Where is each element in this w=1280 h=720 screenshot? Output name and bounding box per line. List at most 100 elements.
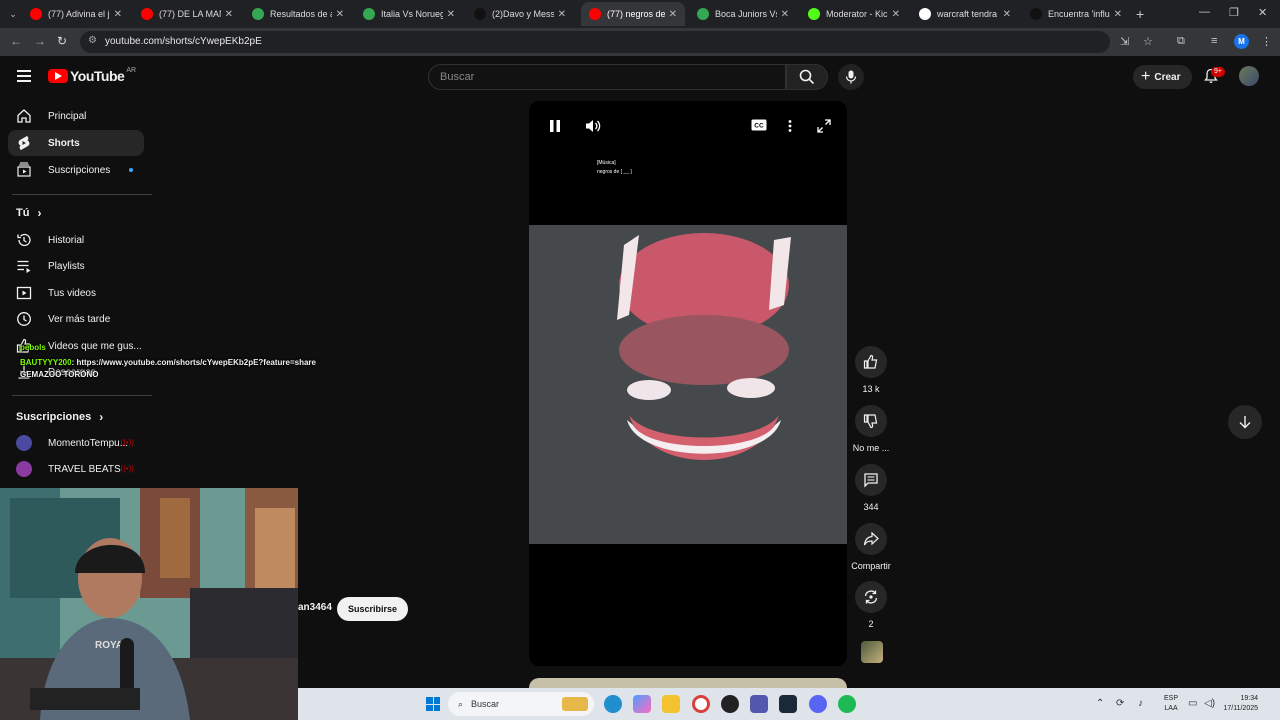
chrome-menu-icon[interactable]: ⋮ (1261, 35, 1272, 48)
browser-tab[interactable]: (77) Adivina el jug ✕ (22, 2, 130, 26)
display-icon[interactable]: ▭ (1188, 698, 1197, 709)
voice-search-button[interactable] (838, 64, 864, 90)
taskbar-search[interactable]: ⌕ Buscar (448, 692, 594, 716)
close-tab-icon[interactable]: ✕ (558, 9, 566, 20)
close-tab-icon[interactable]: ✕ (225, 9, 233, 20)
sidebar-sub-momentotempu[interactable]: MomentoTempu... ((•)) (8, 430, 144, 456)
dislike-action[interactable]: No me ... (849, 405, 893, 453)
close-tab-icon[interactable]: ✕ (114, 9, 122, 20)
browser-tab[interactable]: Encuentra 'influen ✕ (1022, 2, 1130, 26)
browser-tab[interactable]: (77) negros de ✕ (581, 2, 685, 26)
sidebar-item-principal[interactable]: Principal (8, 103, 144, 129)
next-video-button[interactable] (1228, 405, 1262, 439)
like-button[interactable] (855, 346, 887, 378)
arrow-down-icon (1239, 416, 1251, 429)
tab-search-button[interactable]: ⌄ (4, 5, 22, 23)
network-sync-icon[interactable]: ⟳ (1116, 698, 1124, 709)
comments-action[interactable]: 344 (849, 464, 893, 512)
browser-tab[interactable]: Moderator - Kick ✕ (800, 2, 908, 26)
share-icon (863, 531, 879, 546)
sidebar-sub-travel-beats[interactable]: TRAVEL BEATS ((•)) (8, 456, 144, 482)
address-bar[interactable]: ⚙ youtube.com/shorts/cYwepEKb2pE (80, 31, 1110, 53)
steam-icon[interactable] (779, 695, 797, 713)
search-input[interactable]: Buscar (428, 64, 786, 90)
subscriptions-icon (16, 162, 32, 178)
menu-icon[interactable] (17, 70, 31, 82)
forward-button[interactable]: → (34, 34, 46, 48)
browser-tab[interactable]: Boca Juniors Vs T ✕ (689, 2, 797, 26)
url-text: youtube.com/shorts/cYwepEKb2pE (105, 36, 262, 47)
windows-start-icon[interactable] (426, 697, 440, 711)
subscriptions-section-header[interactable]: Suscripciones › (16, 410, 103, 424)
sound-thumbnail[interactable] (861, 641, 883, 663)
sidebar-item-tus-videos[interactable]: Tus videos (8, 280, 144, 306)
close-tab-icon[interactable]: ✕ (1003, 9, 1011, 20)
edge-icon[interactable] (604, 695, 622, 713)
watch-later-icon (16, 311, 32, 327)
back-button[interactable]: ← (10, 34, 22, 48)
close-tab-icon[interactable]: ✕ (447, 9, 455, 20)
new-tab-button[interactable]: + (1136, 6, 1144, 22)
teams-icon[interactable] (750, 695, 768, 713)
browser-tab[interactable]: (2)Davo y Messi ✕ (466, 2, 574, 26)
browser-tab[interactable]: Italia Vs Noruega ✕ (355, 2, 463, 26)
file-explorer-icon[interactable] (662, 695, 680, 713)
obs-icon[interactable] (721, 695, 739, 713)
youtube-logo[interactable]: YouTube AR (48, 67, 136, 84)
channel-avatar (16, 461, 32, 477)
account-avatar[interactable] (1239, 66, 1259, 86)
close-window-button[interactable]: ✕ (1258, 6, 1267, 19)
reload-button[interactable]: ↻ (57, 34, 67, 48)
captions-button[interactable]: CC (751, 119, 767, 134)
like-action[interactable]: 13 k (849, 346, 893, 394)
extensions-icon[interactable]: ⧉ (1177, 35, 1185, 48)
language-indicator[interactable]: ESP LAA (1164, 694, 1178, 714)
remix-action[interactable]: 2 (849, 581, 893, 629)
close-tab-icon[interactable]: ✕ (336, 9, 344, 20)
speaker-icon[interactable]: ◁) (1204, 698, 1215, 709)
tray-overflow-icon[interactable]: ⌃ (1096, 698, 1104, 709)
microphone-tray-icon[interactable]: ♪ (1138, 698, 1143, 709)
you-section-header[interactable]: Tú › (16, 206, 41, 220)
close-tab-icon[interactable]: ✕ (781, 9, 789, 20)
dislike-button[interactable] (855, 405, 887, 437)
system-clock[interactable]: 19:34 17/11/2025 (1216, 694, 1258, 714)
chrome-icon[interactable] (692, 695, 710, 713)
bookmark-star-icon[interactable]: ☆ (1143, 35, 1153, 48)
minimize-button[interactable]: — (1199, 6, 1210, 18)
subscribe-button[interactable]: Suscribirse (337, 597, 409, 621)
share-action[interactable]: Compartir (849, 523, 893, 571)
install-icon[interactable]: ⇲ (1120, 35, 1129, 48)
copilot-icon[interactable] (633, 695, 651, 713)
more-options-button[interactable] (788, 119, 792, 136)
close-tab-icon[interactable]: ✕ (892, 9, 900, 20)
sidebar-item-playlists[interactable]: Playlists (8, 253, 144, 279)
sidebar-item-historial[interactable]: Historial (8, 227, 144, 253)
share-button[interactable] (855, 523, 887, 555)
chat-message: pebols (20, 343, 46, 352)
browser-tab[interactable]: (77) DE LA MANO ✕ (133, 2, 241, 26)
browser-tab[interactable]: warcraft tendra ✕ (911, 2, 1019, 26)
search-button[interactable] (786, 64, 828, 90)
volume-button[interactable] (585, 119, 601, 136)
shorts-player[interactable]: CC [Música] negros de [ __ ] (529, 101, 847, 666)
maximize-button[interactable]: ❐ (1229, 6, 1239, 19)
spotify-icon[interactable] (838, 695, 856, 713)
close-tab-icon[interactable]: ✕ (1114, 9, 1122, 20)
media-control-icon[interactable]: ≡ (1211, 35, 1217, 47)
webcam-overlay: ROYAL (0, 488, 298, 720)
site-info-icon[interactable]: ⚙ (88, 35, 97, 46)
channel-name[interactable]: an3464 (298, 602, 332, 613)
comments-button[interactable] (855, 464, 887, 496)
browser-tab[interactable]: Resultados de ay ✕ (244, 2, 352, 26)
sidebar-item-shorts[interactable]: Shorts (8, 130, 144, 156)
close-tab-icon[interactable]: ✕ (669, 9, 677, 20)
sidebar-item-ver-mas-tarde[interactable]: Ver más tarde (8, 306, 144, 332)
fullscreen-button[interactable] (817, 119, 831, 136)
discord-icon[interactable] (809, 695, 827, 713)
profile-avatar[interactable]: M (1234, 34, 1249, 49)
create-button[interactable]: + Crear (1133, 65, 1193, 89)
sidebar-item-suscripciones[interactable]: Suscripciones (8, 157, 144, 183)
pause-button[interactable] (549, 119, 561, 136)
remix-button[interactable] (855, 581, 887, 613)
